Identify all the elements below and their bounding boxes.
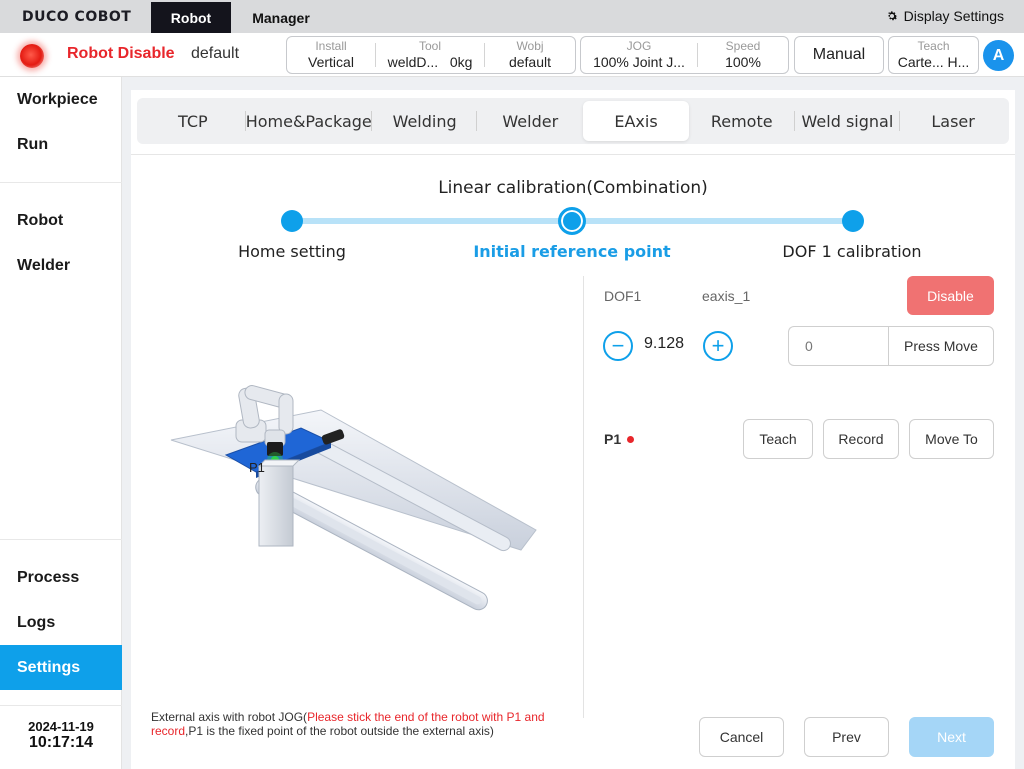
tab-tcp[interactable]: TCP xyxy=(140,101,246,141)
display-settings-button[interactable]: Display Settings xyxy=(885,8,1004,24)
tab-eaxis[interactable]: EAxis xyxy=(583,101,689,141)
tool-value: weldD... 0kg xyxy=(387,54,473,70)
tab-robot[interactable]: Robot xyxy=(151,2,231,33)
date-text: 2024-11-19 xyxy=(28,719,94,734)
plus-icon: + xyxy=(711,333,725,358)
speed-value: 100% xyxy=(725,54,761,70)
install-label: Install xyxy=(315,39,347,53)
step-dot-home-setting xyxy=(281,210,303,232)
wobj-cell: Wobj default xyxy=(485,37,575,73)
sidebar-item-welder[interactable]: Welder xyxy=(0,243,122,288)
increment-button[interactable]: + xyxy=(703,331,733,361)
top-bar: DUCO COBOT Robot Manager Display Setting… xyxy=(0,0,1024,33)
settings-tab-bar: TCP Home&Package Welding Welder EAxis Re… xyxy=(137,98,1009,144)
jog-value: 100% Joint J... xyxy=(593,54,685,70)
robot-name-text: default xyxy=(191,45,240,62)
date-time: 2024-11-19 10:17:14 xyxy=(0,719,122,752)
teach-cell: Teach Carte... H... xyxy=(889,37,978,73)
note-prefix: External axis with robot JOG( xyxy=(151,710,308,724)
divider xyxy=(131,154,1015,155)
p1-record-label: P1 xyxy=(604,431,635,447)
teach-panel[interactable]: Teach Carte... H... xyxy=(888,36,979,74)
install-value: Vertical xyxy=(308,54,354,70)
axis-name-label: eaxis_1 xyxy=(702,288,751,304)
sidebar-divider xyxy=(0,182,122,183)
gear-icon xyxy=(887,11,898,21)
jog-cell: JOG 100% Joint J... xyxy=(581,37,697,73)
jog-label: JOG xyxy=(626,39,652,53)
sidebar-item-settings[interactable]: Settings xyxy=(0,645,122,690)
cancel-button[interactable]: Cancel xyxy=(699,717,784,757)
jog-speed-panel[interactable]: JOG 100% Joint J... Speed 100% xyxy=(580,36,789,74)
speed-cell: Speed 100% xyxy=(698,37,788,73)
tool-cell: Tool weldD... 0kg xyxy=(376,37,484,73)
tab-laser[interactable]: Laser xyxy=(900,101,1006,141)
step-label-dof1-calibration: DOF 1 calibration xyxy=(782,242,922,261)
sidebar-item-robot[interactable]: Robot xyxy=(0,198,122,243)
next-button[interactable]: Next xyxy=(909,717,994,757)
install-tool-wobj-panel[interactable]: Install Vertical Tool weldD... 0kg Wobj … xyxy=(286,36,576,74)
sidebar-item-run[interactable]: Run xyxy=(0,122,122,167)
sidebar-divider xyxy=(0,705,122,706)
p1-status-dot xyxy=(627,435,635,443)
user-avatar[interactable]: A xyxy=(983,40,1014,71)
move-to-button[interactable]: Move To xyxy=(909,419,994,459)
note-suffix: ,P1 is the fixed point of the robot outs… xyxy=(185,724,494,738)
prev-button[interactable]: Prev xyxy=(804,717,889,757)
sidebar-divider xyxy=(0,539,122,540)
step-label-home-setting: Home setting xyxy=(238,242,346,261)
press-move-button[interactable]: Press Move xyxy=(888,326,994,366)
main-content: TCP Home&Package Welding Welder EAxis Re… xyxy=(131,90,1015,769)
move-distance-input[interactable] xyxy=(788,326,889,366)
minus-icon: − xyxy=(611,333,625,358)
tab-welding[interactable]: Welding xyxy=(372,101,478,141)
tab-weld-signal[interactable]: Weld signal xyxy=(795,101,901,141)
step-dot-dof1-calibration xyxy=(842,210,864,232)
panel-divider xyxy=(583,276,584,718)
wobj-label: Wobj xyxy=(516,39,544,53)
instruction-note: External axis with robot JOG(Please stic… xyxy=(151,710,571,738)
decrement-button[interactable]: − xyxy=(603,331,633,361)
install-cell: Install Vertical xyxy=(287,37,375,73)
display-settings-label: Display Settings xyxy=(903,8,1004,24)
time-text: 10:17:14 xyxy=(28,734,94,751)
tab-home-package[interactable]: Home&Package xyxy=(246,101,372,141)
p1-label-text: P1 xyxy=(604,431,622,447)
sidebar: Workpiece Run Robot Welder Process Logs … xyxy=(0,77,122,769)
tab-welder[interactable]: Welder xyxy=(477,101,583,141)
teach-button[interactable]: Teach xyxy=(743,419,813,459)
step-label-initial-reference: Initial reference point xyxy=(473,242,671,261)
robot-state-text: Robot Disable xyxy=(67,45,175,62)
wobj-value: default xyxy=(508,54,552,70)
tool-label: Tool xyxy=(418,39,441,53)
duco-logo: DUCO COBOT xyxy=(22,9,132,25)
sidebar-item-process[interactable]: Process xyxy=(0,555,122,600)
calibration-title: Linear calibration(Combination) xyxy=(438,178,708,198)
dof-position-value: 9.128 xyxy=(644,335,685,352)
sidebar-item-logs[interactable]: Logs xyxy=(0,600,122,645)
robot-status-led[interactable] xyxy=(20,44,44,68)
status-bar: Robot Disable default Install Vertical T… xyxy=(0,33,1024,77)
step-dot-initial-reference xyxy=(558,207,586,235)
teach-value: Carte... H... xyxy=(897,54,970,70)
record-button[interactable]: Record xyxy=(823,419,899,459)
linear-axis-robot-illustration: P1 xyxy=(170,385,537,611)
tab-remote[interactable]: Remote xyxy=(689,101,795,141)
sidebar-item-workpiece[interactable]: Workpiece xyxy=(0,77,122,122)
tab-manager[interactable]: Manager xyxy=(238,2,324,33)
manual-mode-button[interactable]: Manual xyxy=(794,36,884,74)
p1-point-label: P1 xyxy=(249,460,265,475)
teach-label: Teach xyxy=(917,39,950,53)
dof-label: DOF1 xyxy=(604,288,642,304)
speed-label: Speed xyxy=(725,39,761,53)
disable-button[interactable]: Disable xyxy=(907,276,994,315)
